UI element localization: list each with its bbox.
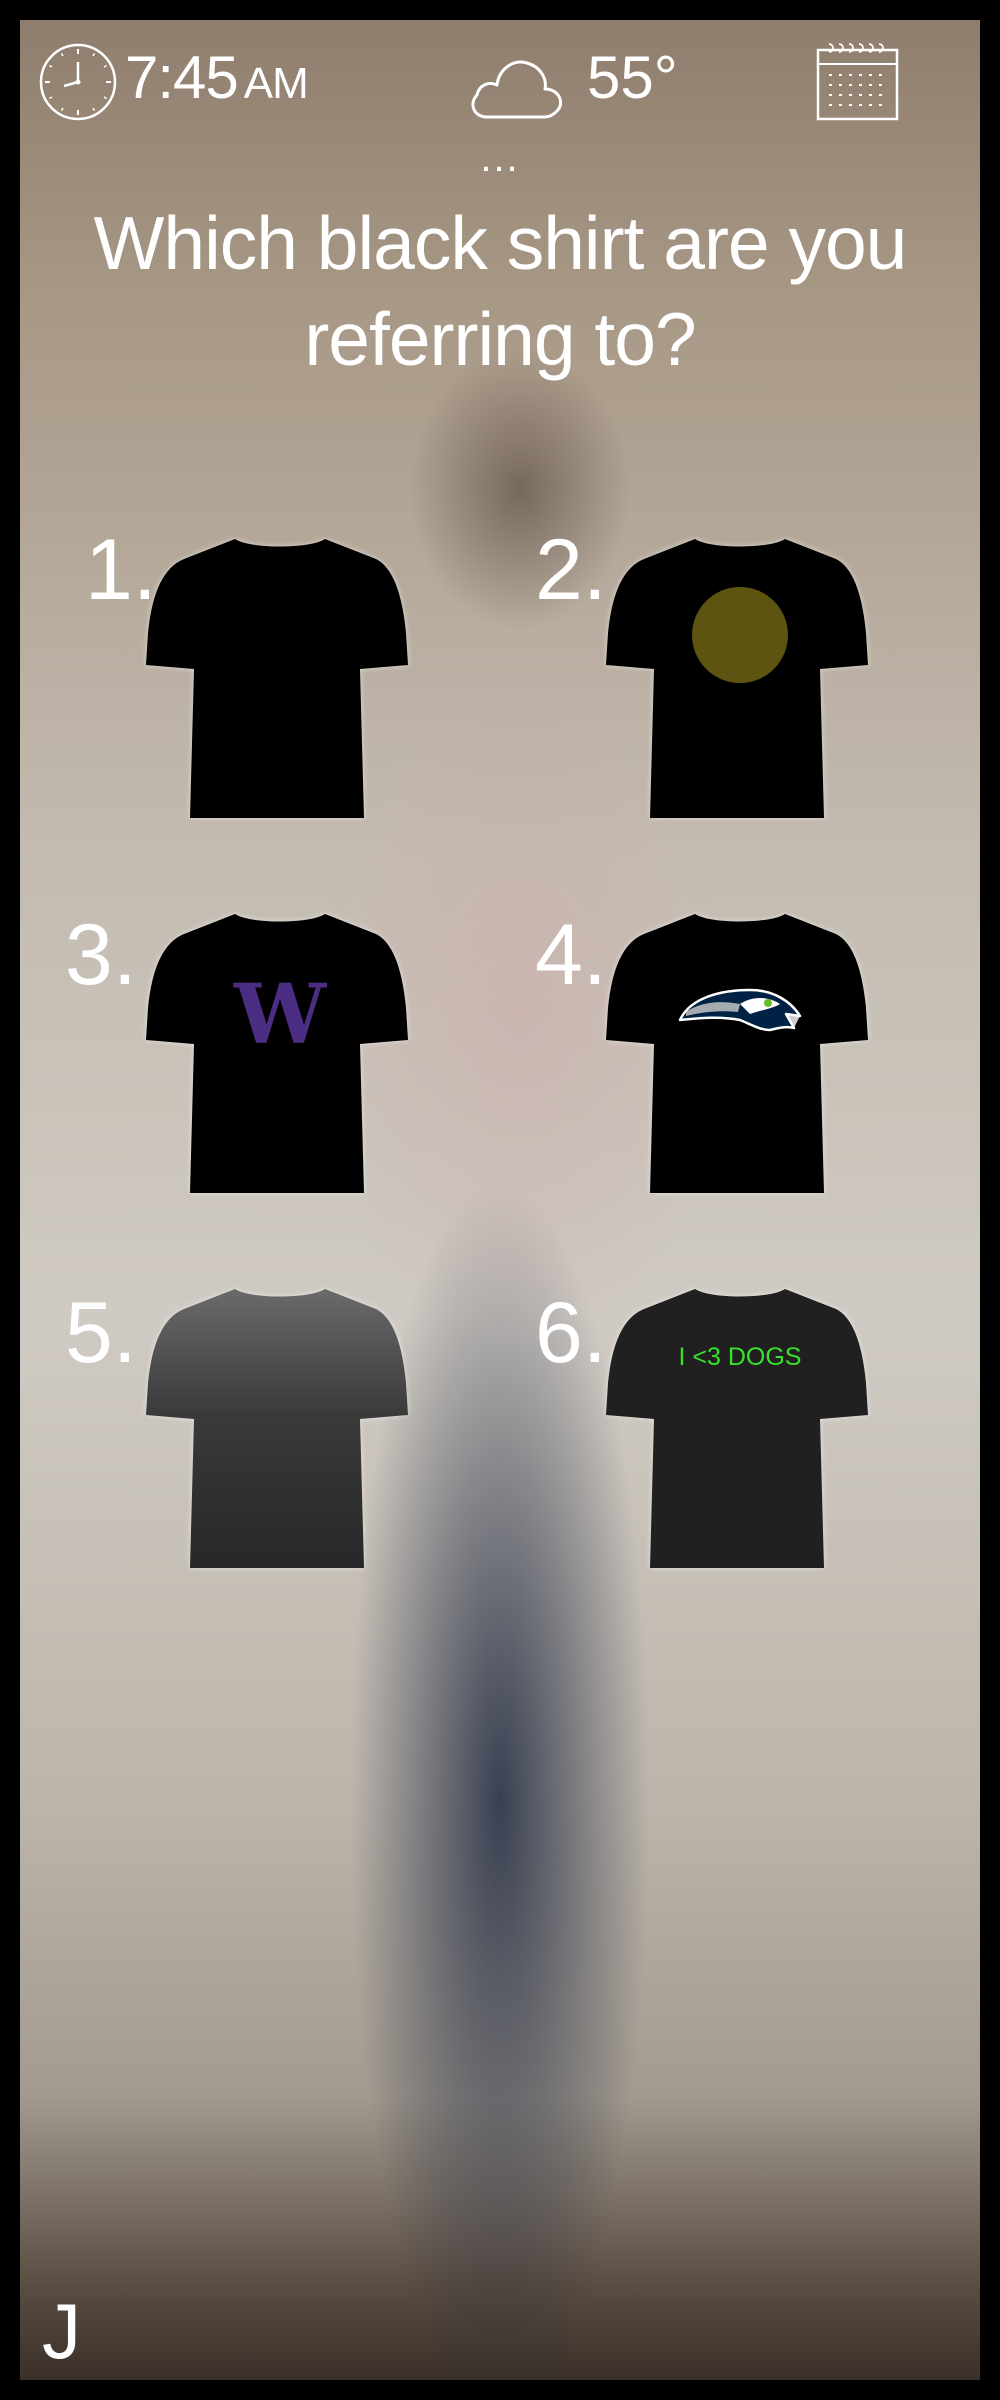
- time-display: 7:45 AM: [125, 48, 309, 108]
- time-value: 7:45: [125, 44, 239, 111]
- option-number: 3.: [65, 907, 137, 1003]
- temperature-display: 55°: [587, 44, 678, 111]
- shirt-option-1[interactable]: 1.: [50, 515, 510, 845]
- shirt-text-icon: I <3 DOGS: [606, 1289, 868, 1568]
- prompt-question: Which black shirt are you referring to?: [60, 195, 940, 387]
- monogram-logo: J: [42, 2287, 81, 2375]
- clock-icon: [39, 43, 117, 121]
- cloud-icon: [471, 60, 562, 119]
- app-frame: 7:45 AM 55° ... Which black shirt are you…: [20, 20, 980, 2380]
- status-bar: 7:45 AM 55°: [20, 20, 980, 130]
- shirt-option-6[interactable]: 6. I <3 DOGS: [510, 1265, 970, 1595]
- ellipsis-indicator: ...: [480, 136, 520, 180]
- time-am-pm: AM: [243, 59, 309, 108]
- shirt-seahawk-icon: [606, 914, 868, 1193]
- shirt-faded-icon: [146, 1289, 408, 1568]
- shirt-option-5[interactable]: 5.: [50, 1265, 510, 1595]
- shirt-option-2[interactable]: 2.: [510, 515, 970, 845]
- shirt-slogan: I <3 DOGS: [679, 1343, 802, 1371]
- w-logo: W: [233, 967, 328, 1063]
- option-number: 5.: [65, 1285, 137, 1381]
- prompt-line-1: Which black shirt are you: [93, 201, 908, 285]
- shirt-option-3[interactable]: 3. W: [50, 890, 510, 1220]
- calendar-icon[interactable]: [815, 40, 900, 122]
- shirt-circle-icon: [606, 539, 868, 818]
- shirt-plain-icon: [146, 539, 408, 818]
- prompt-line-2: referring to?: [304, 297, 696, 381]
- olive-circle-graphic: [692, 587, 788, 683]
- shirt-option-4[interactable]: 4.: [510, 890, 970, 1220]
- shirt-w-logo-icon: W: [146, 914, 408, 1193]
